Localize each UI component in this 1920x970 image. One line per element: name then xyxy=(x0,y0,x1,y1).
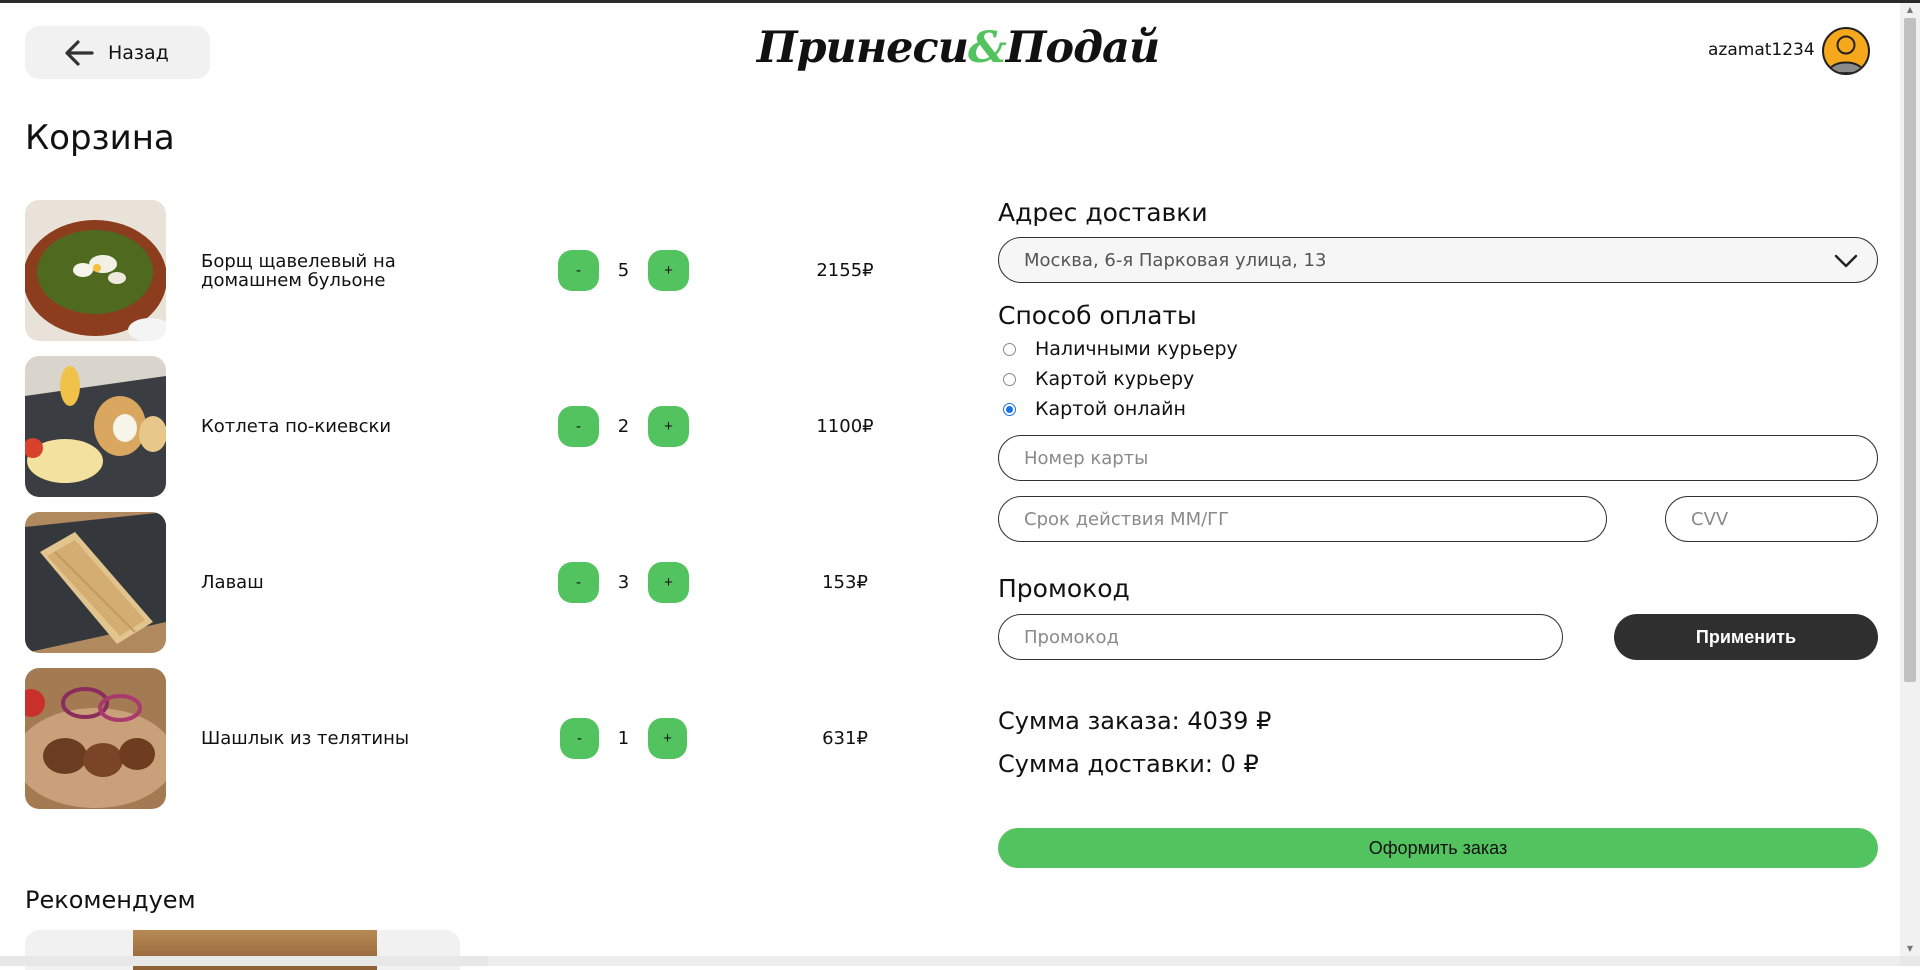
chevron-down-icon xyxy=(1834,254,1858,268)
card-expiry-input[interactable]: Срок действия ММ/ГГ xyxy=(998,496,1607,542)
cart-item: Лаваш - 3 + 153₽ xyxy=(25,512,885,654)
payment-option-card-courier[interactable]: Картой курьеру xyxy=(998,368,1194,390)
radio-button[interactable] xyxy=(1003,342,1016,356)
cart-item-name: Лаваш xyxy=(201,572,264,593)
cart-item-price: 153₽ xyxy=(822,572,868,593)
promo-code-input[interactable]: Промокод xyxy=(998,614,1563,660)
decrease-quantity-button[interactable]: - xyxy=(558,406,599,447)
delivery-address-select[interactable]: Москва, 6-я Парковая улица, 13 xyxy=(998,237,1878,283)
radio-button[interactable] xyxy=(1003,372,1016,386)
arrow-left-icon xyxy=(65,39,94,66)
payment-option-card-online[interactable]: Картой онлайн xyxy=(998,398,1186,420)
cart-item-price: 2155₽ xyxy=(816,260,874,281)
delivery-address-value: Москва, 6-я Парковая улица, 13 xyxy=(1024,249,1327,271)
quantity-value: 2 xyxy=(617,416,630,437)
payment-option-label: Картой курьеру xyxy=(1035,368,1195,390)
increase-quantity-button[interactable]: + xyxy=(648,406,689,447)
cart-item-name: Котлета по-киевски xyxy=(201,416,392,437)
dish-image-borscht xyxy=(25,200,166,341)
recommend-title: Рекомендуем xyxy=(25,886,196,914)
cart-item-name: Борщ щавелевый на домашнем бульоне xyxy=(201,250,396,291)
username[interactable]: azamat1234 xyxy=(1708,40,1815,60)
apply-promo-button[interactable]: Применить xyxy=(1614,614,1878,660)
cart-item: Котлета по-киевски - 2 + 1100₽ xyxy=(25,356,885,498)
payment-option-label: Картой онлайн xyxy=(1035,398,1186,420)
quantity-value: 3 xyxy=(617,572,630,593)
scroll-down-arrow-icon[interactable]: ▼ xyxy=(1904,944,1916,954)
dish-image-kiev-cutlet xyxy=(25,356,166,497)
radio-button-selected[interactable] xyxy=(1003,402,1016,416)
logo-part-1: Принеси xyxy=(756,23,969,73)
order-sum: Сумма заказа: 4039 ₽ xyxy=(998,707,1272,735)
os-taskbar xyxy=(0,956,1920,966)
user-avatar-icon[interactable] xyxy=(1822,27,1870,75)
decrease-quantity-button[interactable]: - xyxy=(560,718,599,759)
back-button-label: Назад xyxy=(108,41,169,64)
decrease-quantity-button[interactable]: - xyxy=(558,562,599,603)
back-button[interactable]: Назад xyxy=(25,26,210,79)
dish-image-lavash xyxy=(25,512,166,653)
increase-quantity-button[interactable]: + xyxy=(648,562,689,603)
scrollbar-thumb[interactable] xyxy=(1904,18,1916,682)
cart-item-price: 1100₽ xyxy=(816,416,874,437)
delivery-address-title: Адрес доставки xyxy=(998,198,1208,227)
promo-title: Промокод xyxy=(998,574,1130,603)
payment-option-cash[interactable]: Наличными курьеру xyxy=(998,338,1238,360)
increase-quantity-button[interactable]: + xyxy=(648,250,689,291)
taskbar-area xyxy=(488,956,1900,966)
scroll-up-arrow-icon[interactable]: ▲ xyxy=(1904,5,1916,15)
cart-item: Шашлык из телятины - 1 + 631₽ xyxy=(25,668,885,810)
place-order-button[interactable]: Оформить заказ xyxy=(998,828,1878,868)
payment-option-label: Наличными курьеру xyxy=(1035,338,1238,360)
card-cvv-input[interactable]: CVV xyxy=(1665,496,1878,542)
quantity-value: 5 xyxy=(617,260,630,281)
page-title: Корзина xyxy=(25,118,175,158)
logo-ampersand: & xyxy=(967,23,1007,73)
site-logo[interactable]: Принеси & Подай xyxy=(757,18,1160,78)
increase-quantity-button[interactable]: + xyxy=(648,718,687,759)
payment-method-title: Способ оплаты xyxy=(998,301,1197,330)
decrease-quantity-button[interactable]: - xyxy=(558,250,599,291)
card-number-input[interactable]: Номер карты xyxy=(998,435,1878,481)
logo-part-2: Подай xyxy=(1005,23,1160,73)
cart-item-name: Шашлык из телятины xyxy=(201,728,410,749)
quantity-value: 1 xyxy=(617,728,630,749)
window-top-border xyxy=(0,0,1920,3)
cart-item: Борщ щавелевый на домашнем бульоне - 5 +… xyxy=(25,200,885,342)
cart-item-price: 631₽ xyxy=(822,728,868,749)
delivery-sum: Сумма доставки: 0 ₽ xyxy=(998,750,1259,778)
dish-image-veal-shashlik xyxy=(25,668,166,809)
